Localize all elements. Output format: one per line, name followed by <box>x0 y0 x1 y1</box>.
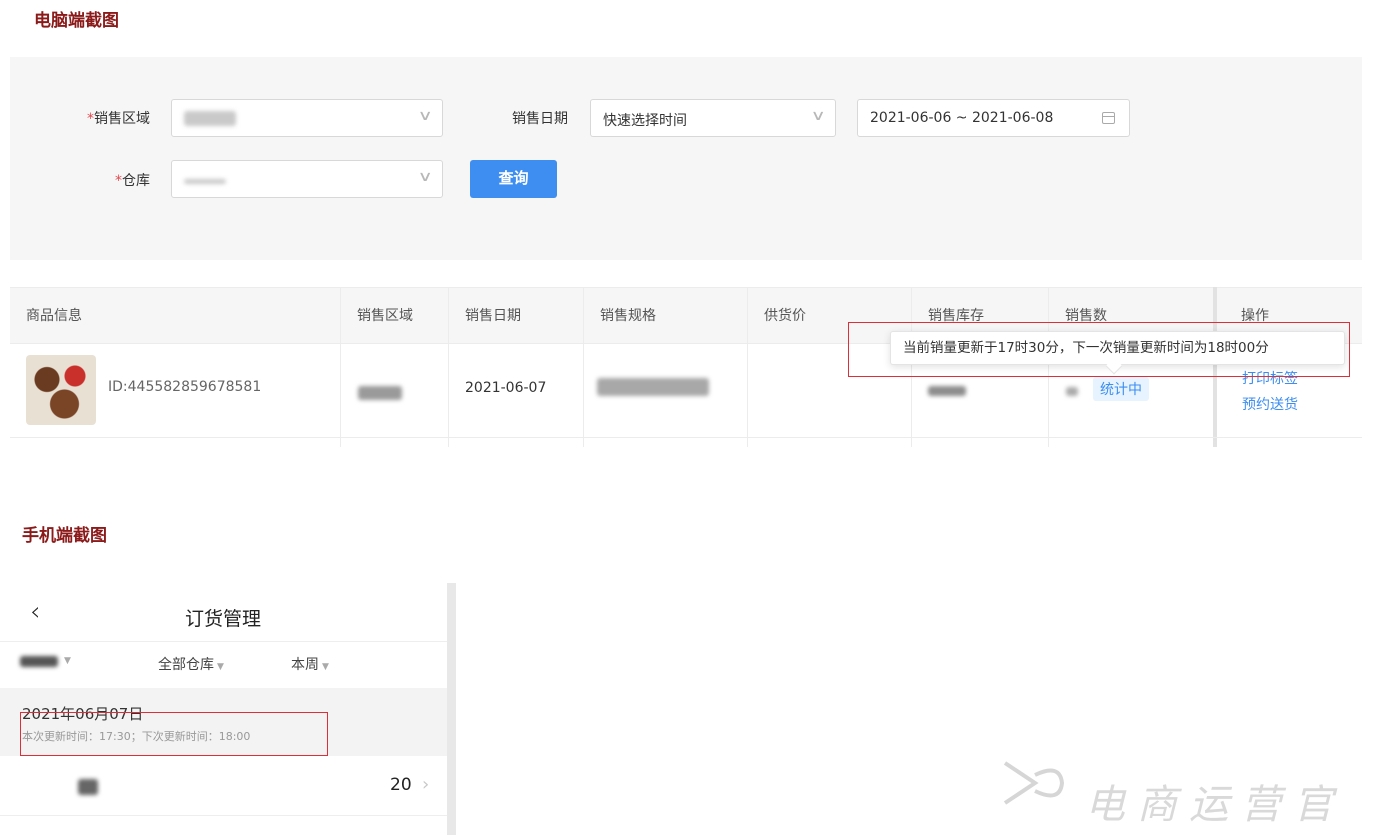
caret-down-icon: ▼ <box>64 656 71 666</box>
sales-status-badge: 统计中 <box>1093 377 1149 401</box>
warehouse-value-redacted <box>184 179 226 184</box>
filter-panel <box>10 57 1362 260</box>
column-divider <box>747 287 748 447</box>
region-cell-redacted <box>358 386 402 400</box>
pc-section-title: 电脑端截图 <box>34 11 119 31</box>
item-name-redacted <box>78 779 98 795</box>
watermark-logo <box>1003 761 1065 805</box>
mobile-week-filter[interactable]: 本周 ▼ <box>291 654 329 674</box>
region-select[interactable]: ∨ <box>171 99 443 137</box>
mobile-page-title: 订货管理 <box>185 608 262 630</box>
query-button[interactable]: 查询 <box>470 160 557 198</box>
th-product-info: 商品信息 <box>26 308 82 324</box>
warehouse-select[interactable]: ∨ <box>171 160 443 198</box>
caret-down-icon: ▼ <box>322 662 329 672</box>
calendar-icon <box>1102 112 1115 124</box>
quick-date-value: 快速选择时间 <box>603 113 687 129</box>
chevron-down-icon: ∨ <box>417 169 433 185</box>
region-label: *销售区域 <box>87 111 150 127</box>
divider <box>0 815 447 816</box>
divider <box>0 641 447 642</box>
mobile-region-filter[interactable]: ▼ <box>20 654 80 670</box>
column-divider <box>583 287 584 447</box>
th-spec: 销售规格 <box>600 308 656 324</box>
region-filter-redacted <box>20 656 58 667</box>
highlight-box-pc <box>848 322 1350 377</box>
phone-scrollbar[interactable] <box>447 583 456 835</box>
watermark-text: 电商运营官 <box>1085 782 1345 828</box>
th-price: 供货价 <box>764 308 806 324</box>
th-region: 销售区域 <box>357 308 413 324</box>
column-divider <box>448 287 449 447</box>
chevron-left-icon[interactable]: ‹ <box>30 597 40 627</box>
stock-cell-redacted <box>928 386 966 396</box>
product-thumbnail[interactable] <box>26 355 96 425</box>
date-range-picker[interactable]: 2021-06-06 ~ 2021-06-08 <box>857 99 1130 137</box>
book-delivery-link[interactable]: 预约送货 <box>1242 394 1298 414</box>
chevron-right-icon: › <box>422 774 430 795</box>
product-id: ID:445582859678581 <box>108 379 262 395</box>
mobile-list-item[interactable]: 20 › <box>0 757 447 815</box>
quick-date-select[interactable]: 快速选择时间 ∨ <box>590 99 836 137</box>
sales-cell-redacted <box>1066 387 1078 396</box>
date-label: 销售日期 <box>512 111 568 127</box>
mobile-section-title: 手机端截图 <box>22 526 107 546</box>
th-date: 销售日期 <box>465 308 521 324</box>
spec-cell-redacted <box>597 378 709 396</box>
warehouse-label: *仓库 <box>115 173 150 189</box>
highlight-box-mobile <box>20 712 328 756</box>
chevron-down-icon: ∨ <box>810 108 826 124</box>
date-range-value: 2021-06-06 ~ 2021-06-08 <box>870 110 1054 126</box>
sale-date-cell: 2021-06-07 <box>465 380 547 396</box>
caret-down-icon: ▼ <box>217 662 224 672</box>
mobile-item-value: 20 <box>390 775 412 795</box>
chevron-down-icon: ∨ <box>417 108 433 124</box>
row-divider <box>10 437 1362 438</box>
region-value-redacted <box>184 111 236 126</box>
mobile-warehouse-filter[interactable]: 全部仓库 ▼ <box>158 654 224 674</box>
column-divider <box>340 287 341 447</box>
